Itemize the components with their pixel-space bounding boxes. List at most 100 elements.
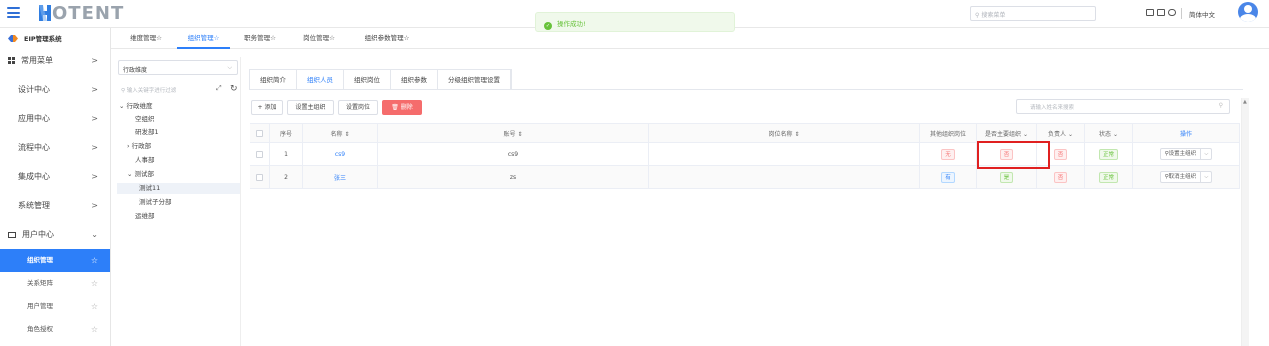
- highlight-box: [977, 141, 1050, 169]
- tree-node[interactable]: 空组织: [117, 114, 155, 125]
- detail-tabs: 组织简介 组织人员 组织岗位 组织参数 分级组织管理设置: [249, 69, 512, 90]
- message-icon[interactable]: [1146, 9, 1154, 16]
- row-is-main-org: 是: [977, 166, 1037, 188]
- bell-icon[interactable]: [1168, 9, 1176, 16]
- col-leader[interactable]: 负责人 ⌄: [1037, 124, 1085, 142]
- chevron-down-icon[interactable]: ⌵: [1201, 172, 1211, 182]
- row-post-name: [649, 143, 920, 165]
- sidebar-item-common-menu[interactable]: 常用菜单 >: [0, 46, 110, 75]
- row-post-name: [649, 166, 920, 188]
- tree-node[interactable]: 运维部: [117, 211, 155, 222]
- sidebar-subitem-org-management[interactable]: 组织管理 ☆: [0, 249, 110, 272]
- chevron-down-icon: ⌵: [227, 64, 232, 71]
- tab-org-param-management[interactable]: 组织参数管理☆: [351, 28, 423, 49]
- table-header: 序号 名称 ⇕ 账号 ⇕ 岗位名称 ⇕ 其他组织岗位 是否主要组织 ⌄ 负责人 …: [250, 124, 1240, 143]
- divider: [1181, 8, 1182, 19]
- row-name-link[interactable]: 张三: [303, 166, 378, 188]
- set-main-org-button[interactable]: 设置主组织: [287, 100, 334, 115]
- col-name[interactable]: 名称 ⇕: [303, 124, 378, 142]
- avatar[interactable]: [1238, 2, 1258, 22]
- check-circle-icon: ✓: [544, 22, 552, 30]
- tree-node[interactable]: 研发部1: [117, 127, 159, 138]
- chevron-right-icon: >: [91, 114, 98, 123]
- row-checkbox[interactable]: [250, 143, 270, 165]
- row-action: ⚲取消主组织 ⌵: [1133, 166, 1240, 188]
- tab-post-management[interactable]: 岗位管理☆: [291, 28, 347, 49]
- col-post-name[interactable]: 岗位名称 ⇕: [649, 124, 920, 142]
- row-checkbox[interactable]: [250, 166, 270, 188]
- tab-grade-org-settings[interactable]: 分级组织管理设置: [438, 70, 511, 90]
- chevron-down-icon[interactable]: ⌵: [1201, 149, 1211, 159]
- tree-node[interactable]: 人事部: [117, 155, 155, 166]
- system-title[interactable]: EIP管理系统: [0, 28, 110, 46]
- chevron-right-icon: >: [91, 172, 98, 181]
- menu-toggle-icon[interactable]: [7, 7, 20, 18]
- tab-org-params[interactable]: 组织参数: [391, 70, 438, 90]
- grid-icon: [8, 57, 15, 64]
- select-all-checkbox[interactable]: [250, 124, 270, 142]
- tab-org-posts[interactable]: 组织岗位: [344, 70, 391, 90]
- expand-icon[interactable]: ⤢: [216, 84, 222, 93]
- chevron-right-icon: >: [91, 85, 98, 94]
- trash-icon: 🗑: [391, 104, 401, 111]
- tree-node[interactable]: › 行政部: [117, 141, 151, 152]
- sidebar-item-integration-center[interactable]: 集成中心 >: [0, 162, 110, 191]
- tree-filter-input[interactable]: ⚲ 输入关键字进行过滤: [118, 84, 222, 97]
- sidebar: EIP管理系统 常用菜单 > 设计中心 > 应用中心 > 流程中心 > 集成中心 > 系统…: [0, 28, 111, 346]
- status-badge: 是: [999, 171, 1014, 183]
- add-button[interactable]: + 添加: [251, 100, 283, 115]
- tree-node[interactable]: ⌄ 行政维度: [117, 101, 153, 112]
- row-account: zs: [378, 166, 649, 188]
- star-icon[interactable]: ☆: [91, 318, 98, 341]
- sidebar-item-system-management[interactable]: 系统管理 >: [0, 191, 110, 220]
- tab-job-management[interactable]: 职务管理☆: [232, 28, 288, 49]
- row-other-org-post: 有: [920, 166, 977, 188]
- tab-org-management[interactable]: 组织管理☆: [177, 28, 230, 49]
- star-icon[interactable]: ☆: [91, 249, 98, 272]
- language-switch[interactable]: 简体中文: [1189, 9, 1215, 19]
- col-status[interactable]: 状态 ⌄: [1085, 124, 1133, 142]
- table-scrollbar[interactable]: ▲: [1241, 98, 1249, 346]
- sidebar-item-app-center[interactable]: 应用中心 >: [0, 104, 110, 133]
- tree-node[interactable]: ⌄ 测试部: [117, 169, 154, 180]
- logo: OTENT: [38, 3, 124, 24]
- table-row: 2 张三 zs 有 是 否 正常 ⚲取消主组织 ⌵: [250, 166, 1240, 189]
- monitor-icon: [8, 232, 16, 238]
- tab-org-members[interactable]: 组织人员: [297, 70, 344, 90]
- sidebar-subitem-role-auth[interactable]: 角色授权 ☆: [0, 318, 110, 341]
- name-search-input[interactable]: 请输入姓名来搜索 ⚲: [1016, 99, 1230, 114]
- sidebar-subitem-user-management[interactable]: 用户管理 ☆: [0, 295, 110, 318]
- row-status: 正常: [1085, 143, 1133, 165]
- tab-dimension-management[interactable]: 维度管理☆: [117, 28, 175, 49]
- tree-node-selected[interactable]: 测试11: [117, 183, 240, 194]
- success-toast: ✓ 操作成功!: [535, 12, 735, 32]
- set-main-org-action[interactable]: ⚲设置主组织 ⌵: [1159, 148, 1213, 160]
- star-icon[interactable]: ☆: [91, 272, 98, 295]
- set-post-button[interactable]: 设置岗位: [338, 100, 378, 115]
- status-badge: 否: [1053, 148, 1068, 160]
- refresh-icon[interactable]: ↻: [230, 84, 238, 94]
- sidebar-item-flow-center[interactable]: 流程中心 >: [0, 133, 110, 162]
- sidebar-item-user-center[interactable]: 用户中心 ⌄: [0, 220, 110, 249]
- tab-org-intro[interactable]: 组织简介: [250, 70, 297, 90]
- cancel-main-org-action[interactable]: ⚲取消主组织 ⌵: [1159, 171, 1213, 183]
- star-icon[interactable]: ☆: [91, 295, 98, 318]
- chevron-up-icon[interactable]: ▲: [1243, 99, 1247, 105]
- fullscreen-icon[interactable]: [1157, 9, 1165, 16]
- system-logo-icon: [8, 35, 18, 42]
- sidebar-subitem-relation-matrix[interactable]: 关系矩阵 ☆: [0, 272, 110, 295]
- row-account: cs9: [378, 143, 649, 165]
- chevron-right-icon: >: [91, 143, 98, 152]
- org-tree-panel: 行政维度 ⌵ ⚲ 输入关键字进行过滤 ⤢ ↻ ⌄ 行政维度 空组织 研发部1 › …: [117, 57, 241, 346]
- col-account[interactable]: 账号 ⇕: [378, 124, 649, 142]
- menu-search-input[interactable]: ⚲ 搜索菜单: [970, 6, 1096, 21]
- tree-node[interactable]: 测试子分部: [117, 197, 172, 208]
- row-other-org-post: 无: [920, 143, 977, 165]
- row-name-link[interactable]: cs9: [303, 143, 378, 165]
- dimension-select[interactable]: 行政维度 ⌵: [118, 60, 238, 75]
- search-icon[interactable]: ⚲: [1219, 102, 1223, 109]
- sidebar-item-design-center[interactable]: 设计中心 >: [0, 75, 110, 104]
- chevron-right-icon: >: [91, 56, 98, 65]
- col-is-main-org[interactable]: 是否主要组织 ⌄: [977, 124, 1037, 142]
- delete-button[interactable]: 🗑 删除: [382, 100, 422, 115]
